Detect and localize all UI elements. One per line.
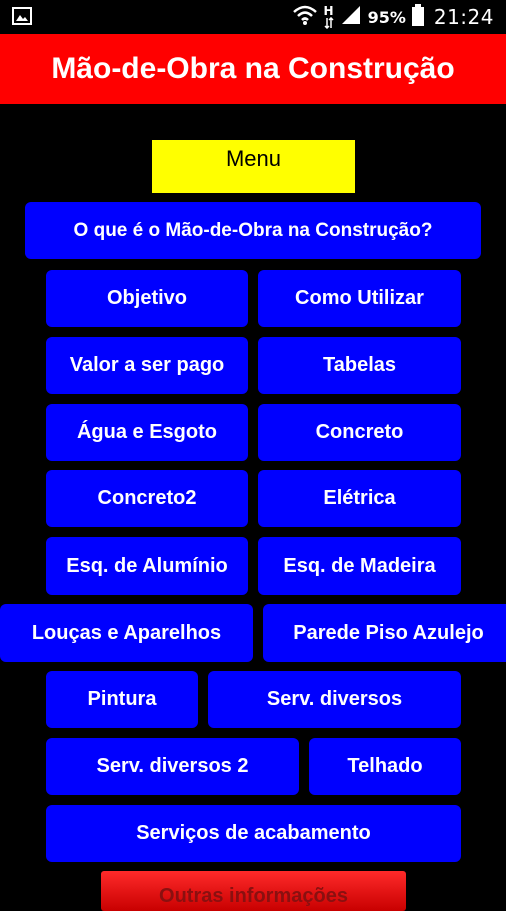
clock: 21:24	[433, 5, 494, 29]
network-type-icon: H	[323, 3, 334, 29]
what-is-button[interactable]: O que é o Mão-de-Obra na Construção?	[25, 202, 481, 259]
valor-button[interactable]: Valor a ser pago	[46, 337, 248, 394]
loucas-button[interactable]: Louças e Aparelhos	[0, 604, 253, 662]
status-bar: H 95% 21:24	[0, 0, 506, 34]
serv-diversos-button[interactable]: Serv. diversos	[208, 671, 461, 728]
esq-aluminio-button[interactable]: Esq. de Alumínio	[46, 537, 248, 595]
parede-piso-azulejo-button[interactable]: Parede Piso Azulejo	[263, 604, 506, 662]
telhado-button[interactable]: Telhado	[309, 738, 461, 795]
objetivo-button[interactable]: Objetivo	[46, 270, 248, 327]
serv-diversos-2-button[interactable]: Serv. diversos 2	[46, 738, 299, 795]
signal-icon	[340, 5, 362, 29]
eletrica-button[interactable]: Elétrica	[258, 470, 461, 527]
battery-percentage: 95%	[367, 7, 406, 27]
concreto2-button[interactable]: Concreto2	[46, 470, 248, 527]
network-type-label: H	[323, 3, 334, 18]
wifi-icon	[292, 4, 318, 30]
como-utilizar-button[interactable]: Como Utilizar	[258, 270, 461, 327]
menu-label: Menu	[152, 140, 355, 193]
esq-madeira-button[interactable]: Esq. de Madeira	[258, 537, 461, 595]
app-title-bar: Mão-de-Obra na Construção	[0, 34, 506, 104]
tabelas-button[interactable]: Tabelas	[258, 337, 461, 394]
outras-informacoes-button[interactable]: Outras informações	[101, 871, 406, 911]
agua-esgoto-button[interactable]: Água e Esgoto	[46, 404, 248, 461]
concreto-button[interactable]: Concreto	[258, 404, 461, 461]
servicos-acabamento-button[interactable]: Serviços de acabamento	[46, 805, 461, 862]
battery-icon	[411, 4, 424, 30]
app-title: Mão-de-Obra na Construção	[51, 52, 455, 85]
image-notification-icon	[12, 7, 32, 25]
pintura-button[interactable]: Pintura	[46, 671, 198, 728]
